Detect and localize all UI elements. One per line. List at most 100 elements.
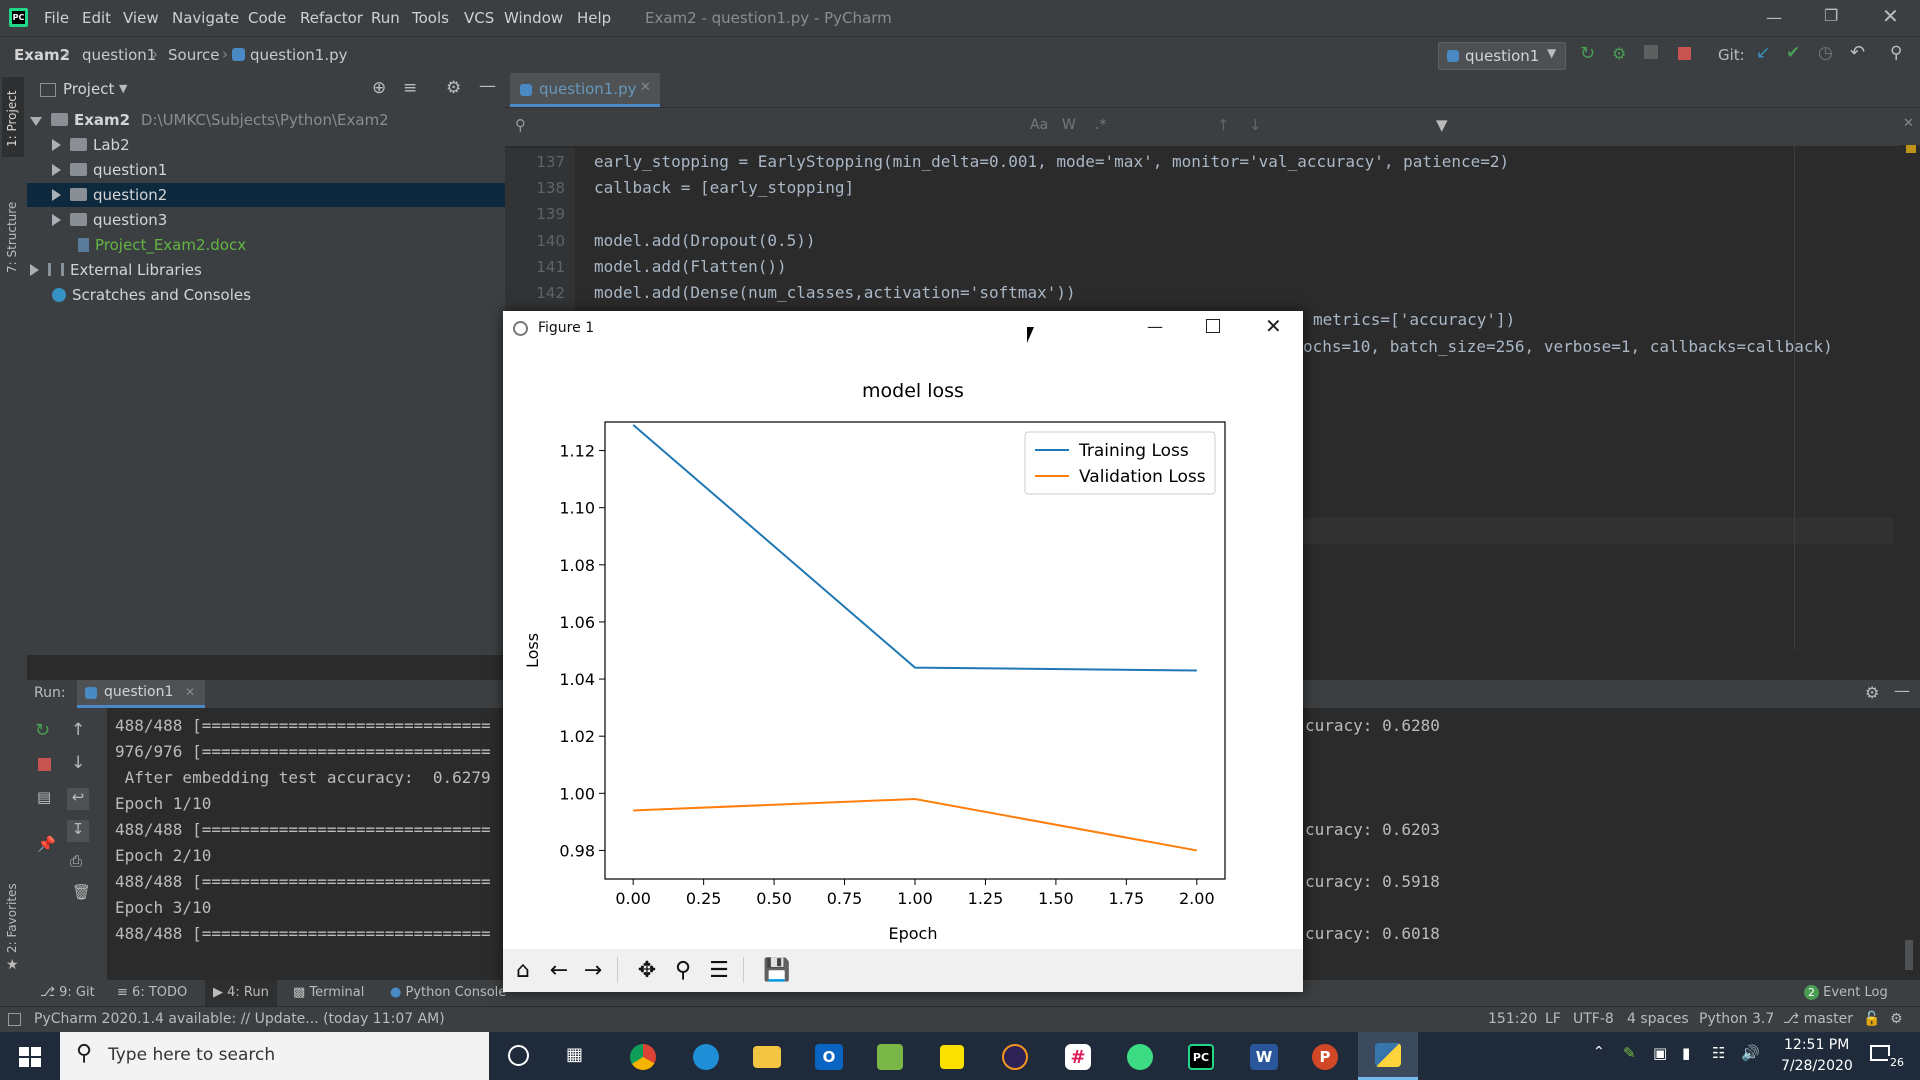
stop-icon[interactable]	[38, 758, 51, 771]
outlook-icon[interactable]: O	[815, 1044, 843, 1070]
edge-icon[interactable]	[693, 1044, 719, 1070]
tab-todo[interactable]: ≡ 6: TODO	[117, 985, 187, 1000]
wifi-icon[interactable]: ☷	[1712, 1044, 1725, 1062]
tray-app-icon[interactable]: ✎	[1623, 1044, 1636, 1062]
breadcrumb-file[interactable]: question1.py	[250, 46, 348, 64]
expand-arrow-icon[interactable]	[30, 117, 42, 126]
breadcrumb-folder[interactable]: question1	[82, 46, 156, 64]
save-icon[interactable]: 💾	[761, 953, 793, 987]
lock-icon[interactable]: 🔓	[1863, 1011, 1880, 1027]
words-icon[interactable]: W	[1062, 117, 1076, 133]
tree-item-docx[interactable]: Project_Exam2.docx	[78, 233, 246, 257]
menu-refactor[interactable]: Refactor	[300, 9, 363, 27]
status-message[interactable]: PyCharm 2020.1.4 available: // Update...…	[34, 1011, 445, 1027]
chevron-down-icon[interactable]: ▼	[119, 82, 127, 95]
debug-icon[interactable]: ⚙	[1612, 44, 1626, 63]
menu-edit[interactable]: Edit	[82, 9, 111, 27]
scroll-to-end-icon[interactable]: ↧	[67, 820, 89, 842]
python-taskbar-active[interactable]	[1358, 1032, 1418, 1080]
history-icon[interactable]: ◷	[1818, 43, 1833, 63]
show-hidden-icons-icon[interactable]: ⌃	[1593, 1044, 1605, 1060]
scroll-up-icon[interactable]: ↑	[71, 720, 85, 740]
search-icon[interactable]: ⚲	[1890, 43, 1902, 63]
clock-time[interactable]: 12:51 PM	[1784, 1037, 1849, 1053]
slack-icon[interactable]: #	[1065, 1044, 1091, 1070]
favorites-tool-tab[interactable]: 2: Favorites ★	[2, 873, 24, 973]
code-line-partial[interactable]: metrics=['accuracy'])	[1313, 310, 1515, 329]
file-explorer-icon[interactable]	[753, 1046, 781, 1068]
expand-arrow-icon[interactable]	[52, 139, 61, 151]
volume-icon[interactable]: 🔊	[1741, 1044, 1760, 1062]
project-header[interactable]: Project	[63, 80, 114, 98]
code-line[interactable]: callback = [early_stopping]	[594, 178, 854, 197]
menu-file[interactable]: File	[44, 9, 69, 27]
run-tab-question1[interactable]: question1 ✕	[77, 680, 205, 708]
sticky-notes-icon[interactable]	[940, 1045, 964, 1069]
filter-icon[interactable]: ▼	[1436, 116, 1448, 134]
line-separator[interactable]: LF	[1545, 1011, 1561, 1027]
run-config-dropdown[interactable]: question1 ▼	[1438, 42, 1566, 70]
menu-navigate[interactable]: Navigate	[172, 9, 239, 27]
tab-python-console[interactable]: ● Python Console	[390, 985, 506, 1000]
menu-window[interactable]: Window	[504, 9, 563, 27]
tree-item-external-libraries[interactable]: External Libraries	[30, 258, 202, 282]
regex-icon[interactable]: .*	[1095, 117, 1106, 133]
hide-panel-icon[interactable]: —	[1894, 681, 1910, 700]
print-icon[interactable]: ⎙	[70, 852, 82, 870]
tree-item-scratches[interactable]: Scratches and Consoles	[52, 283, 251, 307]
back-arrow-icon[interactable]: ←	[543, 953, 575, 987]
stop-icon[interactable]	[1678, 47, 1691, 60]
structure-tool-tab[interactable]: 7: Structure	[2, 183, 24, 283]
zoom-icon[interactable]: ⚲	[667, 953, 699, 987]
code-line[interactable]: model.add(Flatten())	[594, 257, 787, 276]
menu-run[interactable]: Run	[371, 9, 400, 27]
minimize-icon[interactable]: —	[1147, 317, 1163, 336]
event-log-tab[interactable]: 2 Event Log	[1804, 985, 1888, 1000]
home-icon[interactable]: ⌂	[507, 953, 539, 987]
close-find-icon[interactable]: ✕	[1903, 116, 1914, 131]
prev-occurrence-icon[interactable]: ↑	[1217, 116, 1230, 134]
rerun-icon[interactable]: ↻	[1580, 43, 1595, 64]
code-line[interactable]: model.add(Dropout(0.5))	[594, 231, 816, 250]
code-line[interactable]: model.add(Dense(num_classes,activation='…	[594, 283, 1076, 302]
caret-position[interactable]: 151:20	[1488, 1011, 1537, 1027]
git-branch[interactable]: ⎇ master	[1783, 1011, 1853, 1027]
tab-run[interactable]: ▶ 4: Run	[205, 980, 277, 1006]
pycharm-taskbar-icon[interactable]: PC	[1188, 1044, 1214, 1070]
paint-icon[interactable]	[877, 1044, 903, 1070]
editor-scrollbar[interactable]	[1900, 145, 1920, 650]
rerun-icon[interactable]: ↻	[35, 720, 50, 741]
scroll-down-icon[interactable]: ↓	[71, 753, 85, 773]
android-studio-icon[interactable]	[1127, 1044, 1153, 1070]
pan-icon[interactable]: ✥	[631, 953, 663, 987]
hide-panel-icon[interactable]: —	[479, 76, 496, 96]
pin-icon[interactable]: 📌	[37, 835, 56, 853]
expand-arrow-icon[interactable]	[52, 189, 61, 201]
close-tab-icon[interactable]: ✕	[640, 80, 651, 95]
rollback-icon[interactable]: ↶	[1850, 42, 1865, 63]
collapse-all-icon[interactable]: ≡	[403, 78, 417, 98]
status-toggle-icon[interactable]	[8, 1013, 21, 1026]
restore-icon[interactable]: ❐	[1824, 6, 1838, 25]
expand-arrow-icon[interactable]	[52, 164, 61, 176]
expand-arrow-icon[interactable]	[30, 264, 39, 276]
code-line-partial[interactable]: ochs=10, batch_size=256, verbose=1, call…	[1303, 337, 1833, 356]
memory-icon[interactable]: ⚙	[1890, 1011, 1903, 1027]
task-view-icon[interactable]: ▦	[566, 1044, 583, 1065]
close-icon[interactable]: ✕	[1265, 314, 1282, 338]
breadcrumb-source[interactable]: Source	[168, 46, 220, 64]
python-interpreter[interactable]: Python 3.7	[1699, 1011, 1774, 1027]
battery-icon[interactable]: ▮	[1682, 1044, 1690, 1062]
console-scrollbar[interactable]	[1905, 940, 1913, 970]
editor-tab-question1[interactable]: question1.py ✕	[510, 73, 660, 107]
coverage-icon[interactable]	[1644, 45, 1658, 59]
expand-arrow-icon[interactable]	[52, 214, 61, 226]
match-case-icon[interactable]: Aa	[1030, 117, 1048, 133]
menu-vcs[interactable]: VCS	[464, 9, 494, 27]
close-tab-icon[interactable]: ✕	[185, 685, 195, 699]
indent-setting[interactable]: 4 spaces	[1627, 1011, 1689, 1027]
tree-item-lab2[interactable]: Lab2	[52, 133, 130, 157]
tree-item-question1[interactable]: question1	[52, 158, 167, 182]
tray-device-icon[interactable]: ▣	[1653, 1044, 1667, 1062]
soft-wrap-icon[interactable]: ↩	[67, 788, 89, 810]
